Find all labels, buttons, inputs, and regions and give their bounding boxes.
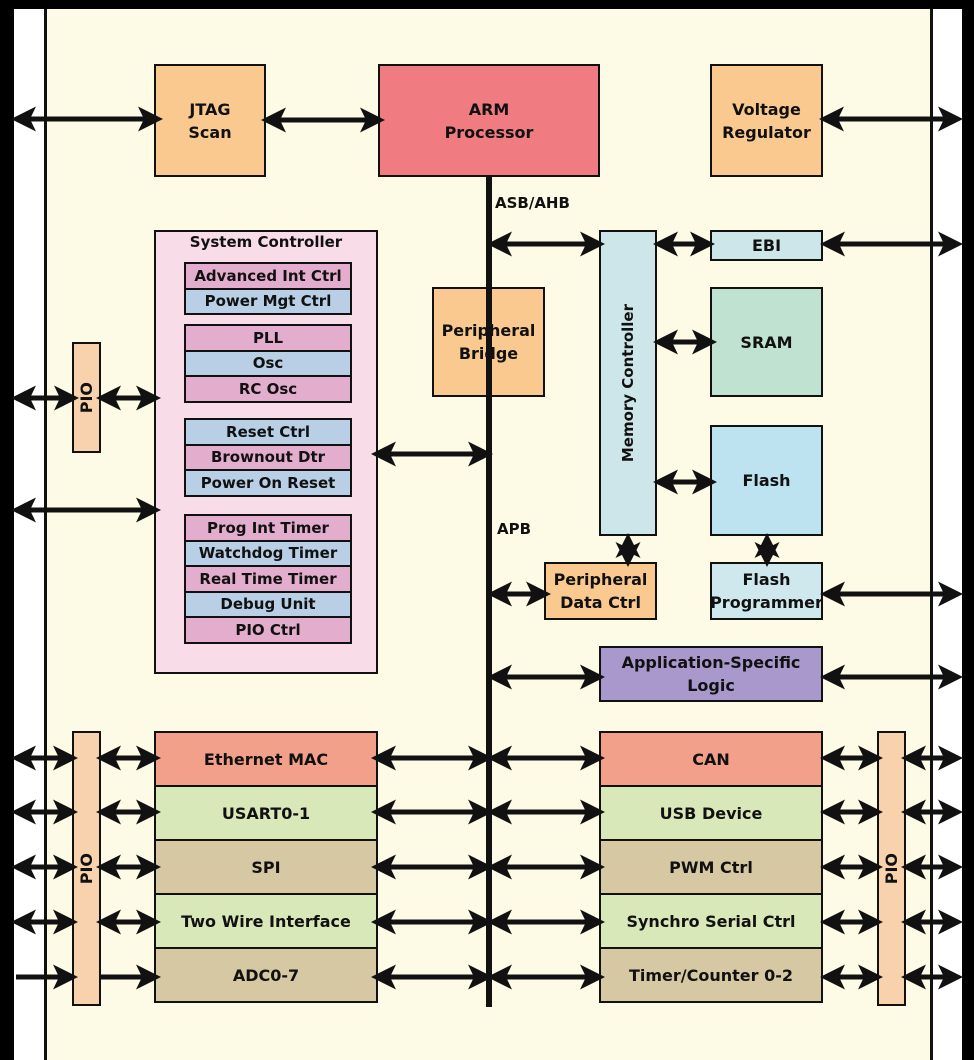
peripheral-block: Timer/Counter 0-2	[599, 947, 823, 1003]
peripheral-block: CAN	[599, 731, 823, 787]
flash-programmer-block: Flash Programmer	[710, 562, 823, 620]
memory-controller-label: Memory Controller	[618, 303, 637, 463]
system-controller-item: Brownout Dtr	[184, 443, 352, 471]
sram-block: SRAM	[710, 287, 823, 397]
asb-ahb-bus-label: ASB/AHB	[495, 194, 570, 212]
system-controller-item: Debug Unit	[184, 590, 352, 618]
peripheral-block: Two Wire Interface	[154, 893, 378, 949]
peripheral-block: Ethernet MAC	[154, 731, 378, 787]
peripheral-block: PWM Ctrl	[599, 839, 823, 895]
system-controller-item: Advanced Int Ctrl	[184, 262, 352, 290]
jtag-scan-block: JTAG Scan	[154, 64, 266, 177]
application-specific-logic-block: Application-Specific Logic	[599, 646, 823, 702]
pio-label: PIO	[77, 852, 96, 885]
system-controller-item: Power Mgt Ctrl	[184, 287, 352, 315]
peripheral-data-ctrl-block: Peripheral Data Ctrl	[544, 562, 657, 620]
system-controller-item: PIO Ctrl	[184, 616, 352, 644]
ebi-block: EBI	[710, 230, 823, 261]
system-controller-item: Osc	[184, 349, 352, 377]
system-controller-item: Prog Int Timer	[184, 514, 352, 542]
peripheral-block: USART0-1	[154, 785, 378, 841]
flash-block: Flash	[710, 425, 823, 536]
block-diagram: JTAG Scan ARM Processor Voltage Regulato…	[0, 0, 974, 1060]
voltage-regulator-block: Voltage Regulator	[710, 64, 823, 177]
peripheral-block: USB Device	[599, 785, 823, 841]
system-controller-title: System Controller	[189, 233, 343, 251]
pio-block-left-upper: PIO	[72, 342, 101, 453]
pio-block-right-lower: PIO	[877, 731, 906, 1006]
peripheral-bridge-block: Peripheral Bridge	[432, 287, 545, 397]
memory-controller-block: Memory Controller	[599, 230, 657, 536]
right-peripheral-stack: CAN USB Device PWM Ctrl Synchro Serial Ctrl…	[599, 731, 823, 1007]
apb-bus-label: APB	[497, 520, 532, 538]
system-controller: System Controller Advanced Int Ctrl Power…	[154, 230, 378, 674]
system-controller-item: Real Time Timer	[184, 565, 352, 593]
system-controller-item: Power On Reset	[184, 469, 352, 497]
arm-processor-block: ARM Processor	[378, 64, 600, 177]
pio-label: PIO	[882, 852, 901, 885]
peripheral-block: Synchro Serial Ctrl	[599, 893, 823, 949]
left-peripheral-stack: Ethernet MAC USART0-1 SPI Two Wire Interfac…	[154, 731, 378, 1007]
pio-block-left-lower: PIO	[72, 731, 101, 1006]
system-controller-item: Reset Ctrl	[184, 418, 352, 446]
system-controller-item: RC Osc	[184, 375, 352, 403]
pio-label: PIO	[77, 381, 96, 414]
system-controller-item: Watchdog Timer	[184, 539, 352, 567]
system-controller-item: PLL	[184, 324, 352, 352]
peripheral-block: SPI	[154, 839, 378, 895]
peripheral-block: ADC0-7	[154, 947, 378, 1003]
